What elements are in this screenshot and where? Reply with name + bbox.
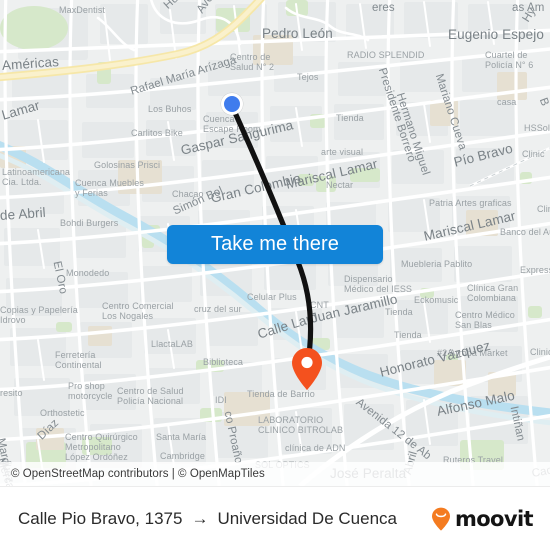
moovit-pin-icon — [431, 507, 450, 531]
moovit-logo[interactable]: moovit — [429, 506, 534, 531]
arrow-right-icon: → — [191, 509, 209, 528]
moovit-trip-screenshot: MaxDentist Américas Rafael María Arízaga Lo… — [0, 0, 550, 550]
destination-pin[interactable] — [291, 347, 323, 391]
moovit-wordmark: moovit — [454, 506, 534, 531]
trip-destination-label: Universidad De Cuenca — [217, 508, 397, 528]
trip-origin-label: Calle Pio Bravo, 1375 — [18, 508, 183, 528]
map-view[interactable]: MaxDentist Américas Rafael María Arízaga Lo… — [0, 0, 550, 486]
trip-footer: Calle Pio Bravo, 1375 → Universidad De C… — [0, 486, 550, 550]
trip-summary: Calle Pio Bravo, 1375 → Universidad De C… — [18, 509, 397, 529]
take-me-there-button[interactable]: Take me there — [167, 225, 383, 264]
attribution-text[interactable]: © OpenStreetMap contributors | © OpenMap… — [11, 468, 265, 480]
origin-dot[interactable] — [221, 93, 243, 115]
map-attribution: © OpenStreetMap contributors | © OpenMap… — [0, 462, 550, 486]
